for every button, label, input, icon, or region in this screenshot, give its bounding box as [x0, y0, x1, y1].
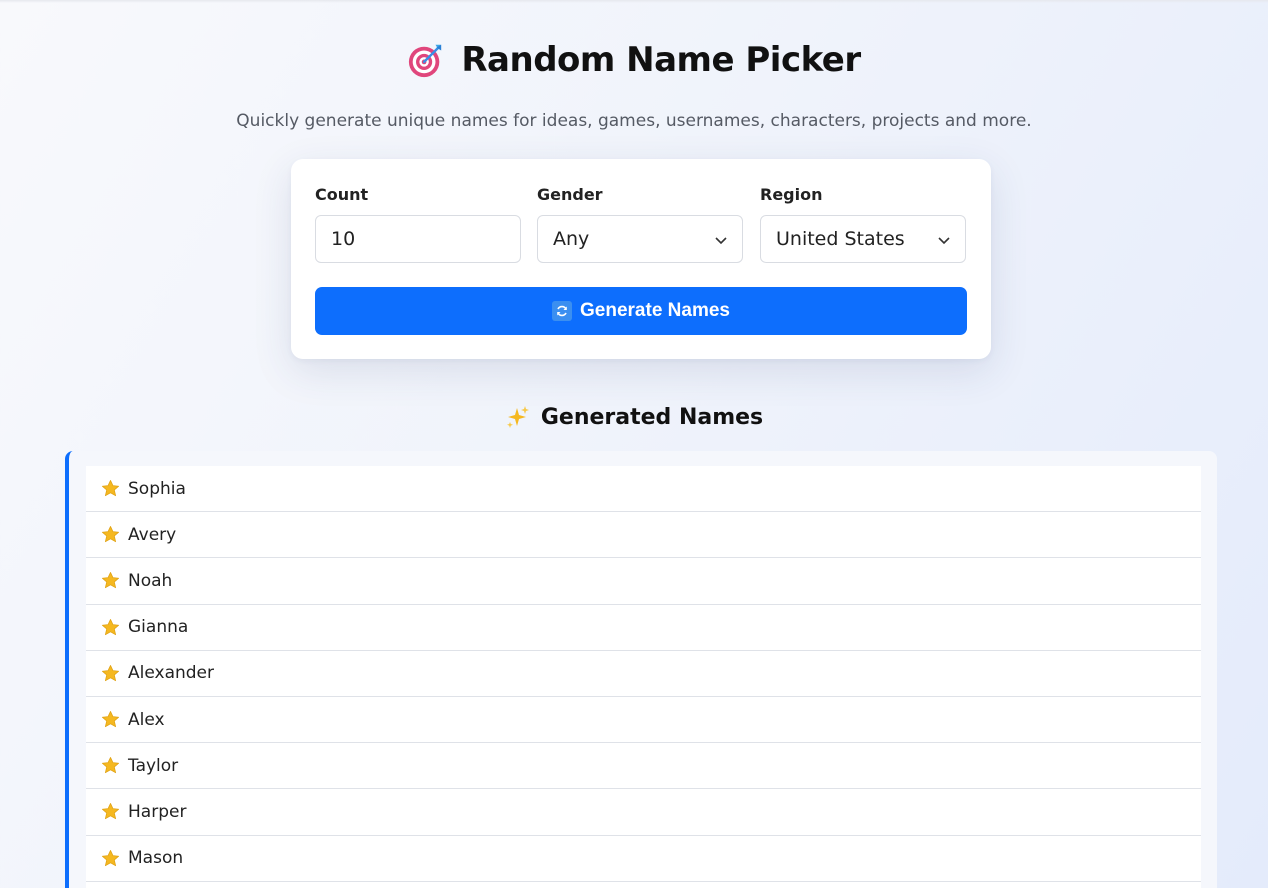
list-item	[86, 881, 1201, 888]
page-title: Random Name Picker	[461, 40, 861, 80]
list-item-name: Taylor	[128, 755, 179, 776]
list-item-name: Alex	[128, 709, 165, 730]
region-select[interactable]: United States	[760, 215, 966, 263]
results-title: Generated Names	[540, 404, 764, 430]
list-item-name: Mason	[128, 848, 184, 869]
generate-button-label: Generate Names	[580, 300, 730, 321]
list-item: Avery	[86, 512, 1201, 559]
list-item-name: Alexander	[128, 663, 215, 684]
list-item: Sophia	[86, 466, 1201, 513]
refresh-icon	[552, 301, 573, 321]
count-field: Count 10	[315, 185, 521, 263]
list-item: Alex	[86, 696, 1201, 744]
gender-label: Gender	[537, 185, 603, 204]
list-item: Mason	[86, 835, 1201, 882]
generate-names-button[interactable]: Generate Names	[315, 287, 967, 335]
results-header: Generated Names	[0, 404, 1268, 430]
list-item: Noah	[86, 558, 1201, 605]
count-input[interactable]: 10	[315, 215, 521, 263]
gender-field: Gender Any	[537, 185, 743, 263]
list-item: Gianna	[86, 604, 1201, 651]
generator-form: Count 10 Gender Any Region United States	[291, 159, 991, 359]
star-icon	[101, 480, 120, 497]
star-icon	[101, 664, 120, 681]
star-icon	[101, 757, 120, 774]
star-icon	[101, 711, 120, 728]
sparkles-icon	[506, 406, 529, 428]
count-label: Count	[315, 185, 369, 204]
region-field: Region United States	[760, 185, 966, 263]
list-item-name: Gianna	[128, 617, 189, 638]
gender-select[interactable]: Any	[537, 215, 743, 263]
region-label: Region	[760, 185, 823, 204]
names-list: Sophia Avery Noah Gianna Alexander Alex Taylor…	[86, 466, 1201, 888]
list-item-name: Harper	[128, 801, 187, 822]
chevron-down-icon	[715, 237, 727, 245]
gender-value: Any	[553, 228, 590, 250]
page-header: Random Name Picker	[0, 40, 1268, 80]
list-item-name: Avery	[128, 524, 177, 545]
list-item: Alexander	[86, 650, 1201, 697]
list-item: Harper	[86, 789, 1201, 836]
list-item: Taylor	[86, 743, 1201, 790]
list-item-name: Sophia	[128, 478, 186, 499]
top-shadow	[0, 0, 1268, 3]
star-icon	[101, 849, 120, 866]
results-panel: Sophia Avery Noah Gianna Alexander Alex Taylor…	[65, 451, 1217, 888]
page-subtitle: Quickly generate unique names for ideas,…	[236, 111, 1032, 131]
star-icon	[101, 618, 120, 635]
region-value: United States	[776, 228, 905, 250]
list-item-name: Noah	[128, 570, 173, 591]
count-value: 10	[331, 228, 356, 250]
chevron-down-icon	[938, 237, 950, 245]
star-icon	[101, 572, 120, 589]
star-icon	[101, 526, 120, 543]
star-icon	[101, 803, 120, 820]
target-dart-icon	[409, 44, 442, 78]
